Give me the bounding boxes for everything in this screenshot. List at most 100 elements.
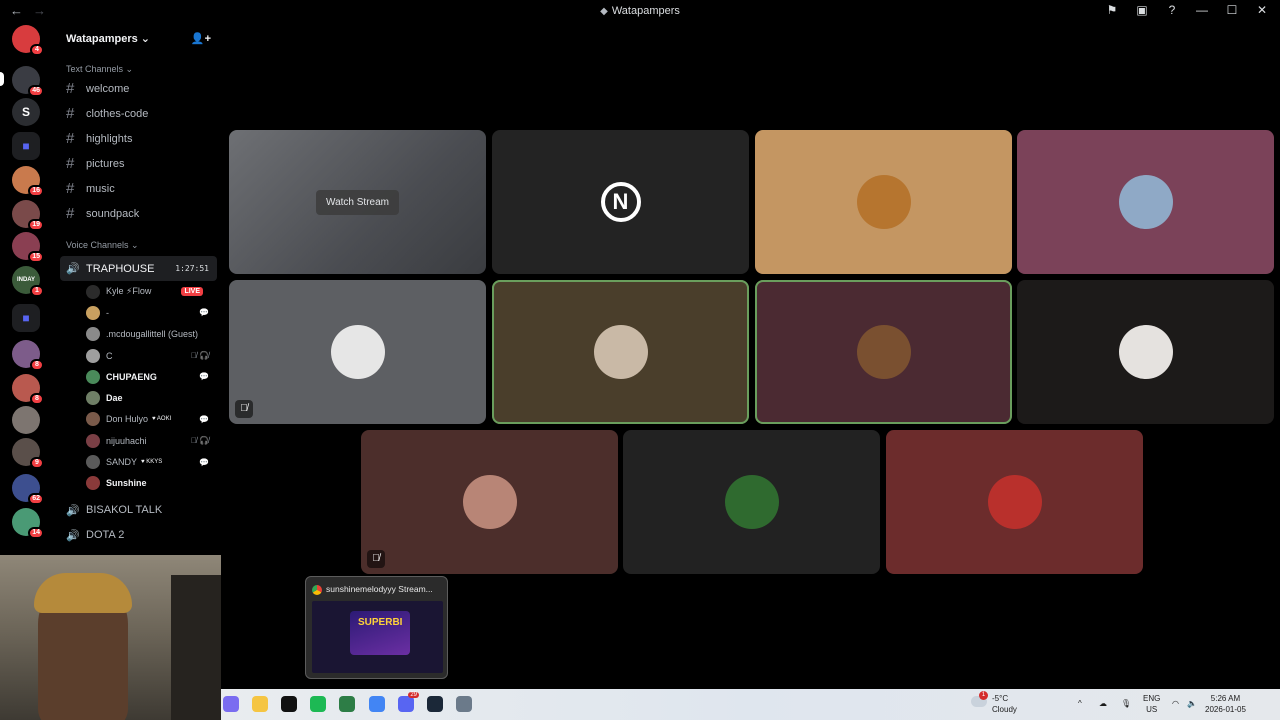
voice-user[interactable]: C 🎙̸ 🎧̸ <box>56 345 221 366</box>
app-icon[interactable] <box>339 696 355 712</box>
category-label: Voice Channels <box>66 240 129 250</box>
copilot-icon[interactable] <box>223 696 239 712</box>
text-channel-welcome[interactable]: # welcome <box>56 76 221 101</box>
video-tile-2[interactable] <box>755 130 1012 274</box>
video-tile-8[interactable]: 🎙̸ <box>361 430 618 574</box>
server-icon-10[interactable]: 8 <box>12 374 44 405</box>
microphone-icon[interactable]: 🎙 <box>1121 698 1131 709</box>
minimize-button[interactable]: — <box>1196 3 1208 17</box>
server-icon-12[interactable]: 9 <box>12 438 44 469</box>
preview-thumbnail[interactable]: SUPERBI <box>312 601 443 673</box>
category-text-channels[interactable]: Text Channels ⌄ <box>56 62 221 76</box>
category-voice-channels[interactable]: Voice Channels ⌄ <box>56 238 221 252</box>
server-icon-2[interactable]: S <box>12 98 40 126</box>
video-tile-6[interactable] <box>755 280 1012 424</box>
server-icon-13[interactable]: 62 <box>12 474 44 505</box>
voice-user[interactable]: SANDY ♥ KKYS 💬 <box>56 451 221 472</box>
weather-badge: 1 <box>979 691 988 700</box>
channel-label: pictures <box>86 157 125 170</box>
video-tile-0[interactable]: Watch Stream <box>229 130 486 274</box>
spotify-icon[interactable] <box>310 696 326 712</box>
channel-sidebar: Watapampers ⌄ 👤+ Text Channels ⌄ # welcom… <box>56 22 221 555</box>
video-tile-7[interactable] <box>1017 280 1274 424</box>
weather-widget[interactable]: -5°C Cloudy <box>992 693 1017 715</box>
onedrive-icon[interactable]: ☁ <box>1099 698 1107 709</box>
voice-user[interactable]: CHUPAENG 💬 <box>56 366 221 387</box>
wifi-icon[interactable]: ◠ <box>1172 698 1179 709</box>
slot-text: SUPERBI <box>358 617 403 628</box>
channel-label: welcome <box>86 82 130 95</box>
video-tile-3[interactable] <box>1017 130 1274 274</box>
inbox-flag-icon[interactable]: ⚑ <box>1106 3 1118 17</box>
weather-condition: Cloudy <box>992 705 1017 714</box>
text-channel-clothes-code[interactable]: # clothes-code <box>56 101 221 126</box>
other-voice-list: 🔊 BISAKOL TALK 🔊 DOTA 2 <box>56 498 221 548</box>
video-tile-1[interactable]: N <box>492 130 749 274</box>
weather-icon[interactable]: 1 <box>971 691 988 707</box>
video-tile-4[interactable]: 🎙̸ <box>229 280 486 424</box>
maximize-button[interactable]: ☐ <box>1226 3 1238 17</box>
video-tile-9[interactable] <box>623 430 880 574</box>
tray-chevron-icon[interactable]: ^ <box>1078 698 1082 709</box>
volume-icon[interactable]: 🔈 <box>1187 698 1197 709</box>
user-tag: ♥ KKYS <box>141 459 163 466</box>
video-tile-5[interactable] <box>492 280 749 424</box>
voice-channel-traphouse[interactable]: 🔊 TRAPHOUSE 1:27:51 <box>60 256 217 281</box>
language-indicator[interactable]: ENG US <box>1143 693 1160 715</box>
tiktok-icon[interactable] <box>281 696 297 712</box>
voice-user[interactable]: nijuuhachi 🎙̸ 🎧̸ <box>56 430 221 451</box>
text-channel-soundpack[interactable]: # soundpack <box>56 201 221 226</box>
file-explorer-icon[interactable] <box>252 696 268 712</box>
video-tile-10[interactable] <box>886 430 1143 574</box>
add-member-icon[interactable]: 👤+ <box>191 32 211 45</box>
voice-user[interactable]: .mcdougallittell (Guest) <box>56 324 221 345</box>
server-icon-3[interactable]: ■ <box>12 132 40 160</box>
voice-user[interactable]: Sunshine <box>56 473 221 494</box>
status-icon: 💬 <box>199 308 209 318</box>
voice-user[interactable]: Dae <box>56 387 221 408</box>
server-icon-7[interactable]: INDAY 1 <box>12 266 44 297</box>
status-icon: 💬 <box>199 414 209 424</box>
text-channel-highlights[interactable]: # highlights <box>56 126 221 151</box>
text-channel-pictures[interactable]: # pictures <box>56 151 221 176</box>
call-timer: 1:27:51 <box>175 264 209 273</box>
taskbar-preview[interactable]: sunshinemelodyyy Stream... SUPERBI <box>305 576 448 679</box>
voice-user[interactable]: Kyle ⚡Flow LIVE <box>56 281 221 302</box>
inbox-icon[interactable]: ▣ <box>1136 3 1148 17</box>
voice-channel-0[interactable]: 🔊 BISAKOL TALK <box>56 498 221 523</box>
server-icon-5[interactable]: 19 <box>12 200 44 231</box>
voice-user[interactable]: Don Hulyo ♥ AOKI 💬 <box>56 409 221 430</box>
server-icon-6[interactable]: 15 <box>12 232 44 263</box>
server-label: INDAY <box>16 277 36 283</box>
voice-channel-1[interactable]: 🔊 DOTA 2 <box>56 523 221 548</box>
server-icon-4[interactable]: 16 <box>12 166 44 197</box>
server-icon-1[interactable]: 46 <box>12 66 44 97</box>
voice-user-name: SANDY <box>106 457 138 468</box>
participant-avatar <box>593 325 648 379</box>
server-header[interactable]: Watapampers ⌄ 👤+ <box>56 22 221 54</box>
mention-badge: 8 <box>30 359 44 371</box>
discord-icon[interactable]: 29 <box>398 692 419 712</box>
server-icon-14[interactable]: 14 <box>12 508 44 539</box>
selected-pill <box>0 72 4 86</box>
status-icon: 💬 <box>199 457 209 467</box>
voice-user[interactable]: - 💬 <box>56 302 221 323</box>
clock[interactable]: 5:26 AM 2026-01-05 <box>1205 693 1246 715</box>
server-label: S <box>21 105 30 119</box>
status-icon: 🎙̸ 🎧̸ <box>190 436 209 446</box>
taskbar: 1 -5°C Cloudy ^ ☁ 🎙 ENG US ◠ 🔈 5:26 AM 2… <box>221 689 1280 720</box>
voice-user-name: .mcdougallittell (Guest) <box>106 329 199 340</box>
settings-icon[interactable] <box>456 696 472 712</box>
text-channel-music[interactable]: # music <box>56 176 221 201</box>
steam-icon[interactable] <box>427 696 443 712</box>
region-code: US <box>1146 705 1158 714</box>
close-button[interactable]: ✕ <box>1256 3 1268 17</box>
server-icon-9[interactable]: 8 <box>12 340 44 371</box>
watch-stream-button[interactable]: Watch Stream <box>316 189 399 215</box>
help-icon[interactable]: ? <box>1166 3 1178 17</box>
server-icon-0[interactable]: 4 <box>12 25 44 56</box>
participant-avatar <box>330 325 385 379</box>
chrome-icon[interactable] <box>369 696 385 712</box>
server-icon-11[interactable] <box>12 406 40 434</box>
server-icon-8[interactable]: ■ <box>12 304 40 332</box>
